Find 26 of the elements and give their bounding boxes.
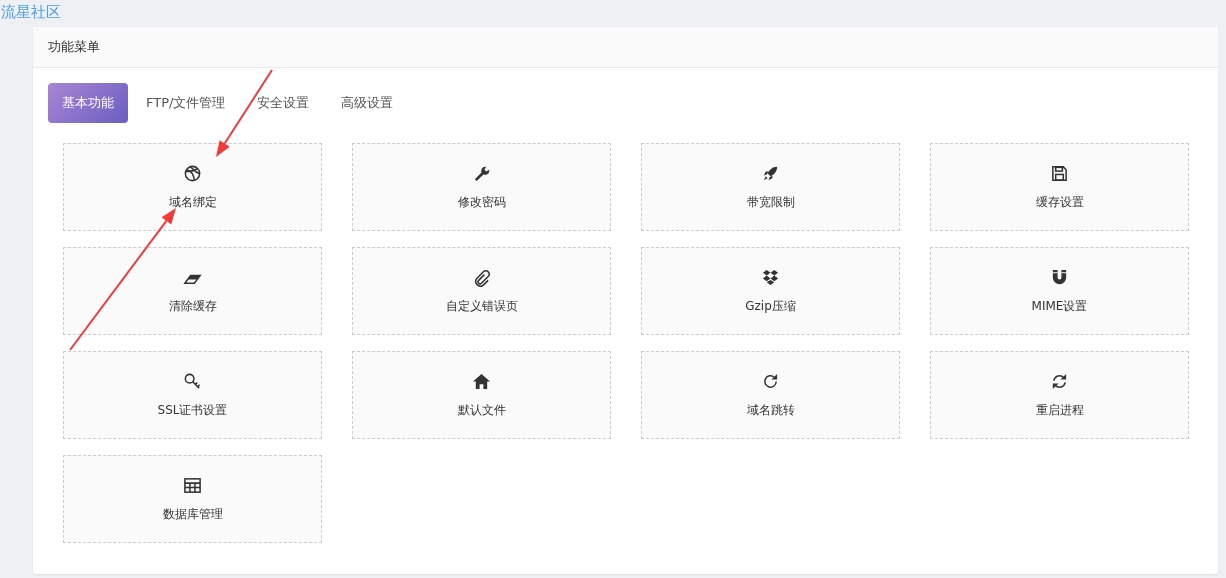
- tab[interactable]: 高级设置: [327, 83, 408, 123]
- paperclip-icon: [472, 267, 491, 287]
- menu-tile[interactable]: 缓存设置: [930, 143, 1189, 231]
- menu-tile[interactable]: 默认文件: [352, 351, 611, 439]
- menu-tile[interactable]: 域名跳转: [641, 351, 900, 439]
- tab[interactable]: FTP/文件管理: [132, 83, 240, 123]
- tab[interactable]: 安全设置: [243, 83, 324, 123]
- menu-tile[interactable]: 修改密码: [352, 143, 611, 231]
- boxes-icon: [761, 267, 780, 287]
- panel-title: 功能菜单: [48, 38, 100, 57]
- menu-tile[interactable]: 重启进程: [930, 351, 1189, 439]
- menu-tile[interactable]: MIME设置: [930, 247, 1189, 335]
- menu-tile[interactable]: Gzip压缩: [641, 247, 900, 335]
- key-icon: [183, 371, 202, 391]
- menu-tile[interactable]: 数据库管理: [63, 455, 322, 543]
- table-icon: [183, 475, 202, 495]
- menu-tile[interactable]: 带宽限制: [641, 143, 900, 231]
- menu-tile[interactable]: 清除缓存: [63, 247, 322, 335]
- menu-tile[interactable]: SSL证书设置: [63, 351, 322, 439]
- floppy-icon: [1050, 163, 1069, 183]
- menu-tile[interactable]: 自定义错误页: [352, 247, 611, 335]
- globe-icon: [183, 163, 202, 183]
- home-icon: [472, 371, 491, 391]
- tab[interactable]: 基本功能: [48, 83, 128, 123]
- magnet-icon: [1050, 267, 1069, 287]
- menu-tile[interactable]: 域名绑定: [63, 143, 322, 231]
